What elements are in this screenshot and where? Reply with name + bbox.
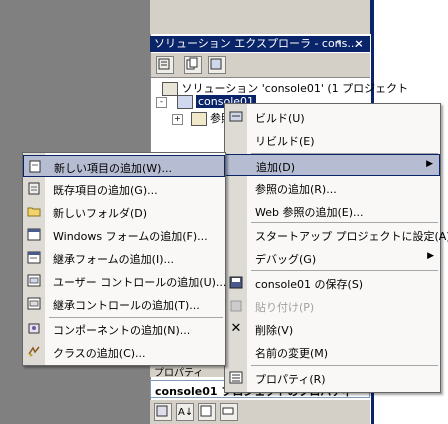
solution-explorer-title-bar: ソリューション エクスプローラ - cons... ᵠ ×: [150, 36, 370, 52]
form-icon: [27, 228, 41, 241]
menu-item-paste[interactable]: 貼り付け(P): [225, 295, 440, 317]
expand-icon[interactable]: +: [172, 113, 183, 125]
build-icon: [229, 110, 243, 123]
solution-explorer-title: ソリューション エクスプローラ - cons...: [154, 37, 358, 50]
alphabetical-button[interactable]: A↓: [176, 403, 194, 421]
close-icon[interactable]: ×: [352, 36, 366, 52]
menu-item-debug[interactable]: デバッグ(G) ▶: [225, 247, 440, 269]
class-icon: [27, 345, 41, 358]
inherited-form-icon: [27, 251, 41, 264]
submenu-item-new-folder[interactable]: 新しいフォルダ(D): [23, 201, 225, 223]
refresh-button[interactable]: [208, 56, 226, 74]
pin-icon[interactable]: ᵠ: [332, 36, 346, 52]
properties-toolbar: A↓: [150, 400, 370, 424]
menu-item-build[interactable]: ビルド(U): [225, 106, 440, 128]
solution-explorer-toolbar: [151, 53, 370, 78]
submenu-arrow-icon: ▶: [427, 251, 434, 261]
property-pages-icon: [200, 405, 212, 417]
menu-separator: [251, 222, 438, 223]
top-toolbar-area: [150, 0, 370, 34]
tree-solution-node[interactable]: ソリューション 'console01' (1 プロジェクト: [162, 80, 408, 96]
add-submenu: 新しい項目の追加(W)... 既存項目の追加(G)... 新しいフォルダ(D) …: [22, 152, 226, 366]
inherited-control-icon: [27, 297, 41, 310]
submenu-item-class[interactable]: クラスの追加(C)...: [23, 341, 225, 363]
collapse-icon[interactable]: -: [156, 96, 167, 108]
menu-item-set-startup[interactable]: スタートアップ プロジェクトに設定(A): [225, 224, 448, 246]
menu-item-rename[interactable]: 名前の変更(M): [225, 341, 440, 363]
categorized-button[interactable]: [154, 403, 172, 421]
properties-icon: [158, 58, 170, 70]
delete-icon: ✕: [230, 321, 242, 336]
existing-item-icon: [27, 182, 41, 195]
refresh-icon: [210, 58, 222, 70]
project-context-menu: ビルド(U) リビルド(E) 追加(D) ▶ 参照の追加(R)... Web 参…: [224, 103, 448, 393]
submenu-item-inherited-control[interactable]: 継承コントロールの追加(T)...: [23, 293, 225, 315]
menu-separator: [251, 270, 438, 271]
properties-icon: [229, 371, 243, 384]
menu-separator: [251, 365, 438, 366]
submenu-item-component[interactable]: コンポーネントの追加(N)...: [23, 318, 225, 340]
solution-node-label: ソリューション 'console01' (1 プロジェクト: [181, 82, 409, 95]
menu-item-properties[interactable]: プロパティ(R): [225, 367, 440, 389]
solution-icon: [162, 82, 178, 96]
user-control-icon: [27, 274, 41, 287]
save-icon: [229, 276, 243, 289]
paste-icon: [229, 299, 243, 312]
submenu-item-inherited-form[interactable]: 継承フォームの追加(I)...: [23, 247, 225, 269]
submenu-item-windows-form[interactable]: Windows フォームの追加(F)...: [23, 224, 225, 246]
references-icon: [190, 112, 207, 126]
show-all-files-button[interactable]: [184, 56, 202, 74]
component-icon: [27, 322, 41, 335]
submenu-item-user-control[interactable]: ユーザー コントロールの追加(U)...: [23, 270, 226, 292]
menu-item-add[interactable]: 追加(D) ▶: [225, 154, 440, 176]
property-pages-button[interactable]: [198, 403, 216, 421]
alphabetical-icon: A↓: [178, 407, 193, 418]
new-item-icon: [28, 160, 42, 173]
show-all-files-icon: [186, 57, 198, 70]
categorized-icon: [156, 405, 168, 417]
svg-text:A↓: A↓: [178, 407, 191, 418]
menu-item-rebuild[interactable]: リビルド(E): [225, 129, 440, 151]
menu-item-add-web-reference[interactable]: Web 参照の追加(E)...: [225, 200, 440, 222]
submenu-arrow-icon: ▶: [426, 159, 433, 169]
menu-item-save[interactable]: console01 の保存(S): [225, 272, 440, 294]
events-icon: [222, 407, 234, 415]
submenu-item-new-item[interactable]: 新しい項目の追加(W)...: [23, 155, 225, 177]
project-icon: [176, 95, 193, 109]
submenu-item-existing-item[interactable]: 既存項目の追加(G)...: [23, 178, 225, 200]
properties-title: プロパティ: [154, 368, 204, 379]
menu-item-add-reference[interactable]: 参照の追加(R)...: [225, 177, 440, 199]
events-button[interactable]: [220, 403, 238, 421]
properties-toolbar-button[interactable]: [156, 56, 174, 74]
menu-item-delete[interactable]: ✕ 削除(V): [225, 318, 440, 340]
folder-icon: [27, 205, 41, 218]
